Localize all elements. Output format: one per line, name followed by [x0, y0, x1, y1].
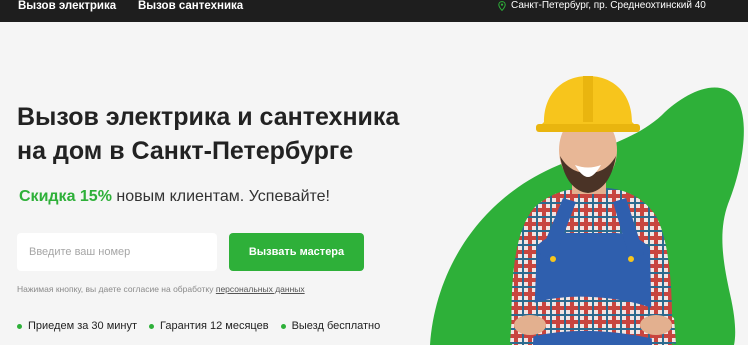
top-bar: Вызов электрика Вызов сантехника Санкт-П… — [0, 0, 748, 22]
feature-item: Приедем за 30 минут — [17, 320, 137, 332]
map-pin-icon — [498, 1, 506, 11]
promo-text: Скидка 15% новым клиентам. Успевайте! — [19, 188, 330, 206]
address-text: Санкт-Петербург, пр. Среднеохтинский 40 — [511, 0, 706, 11]
consent-note: Нажимая кнопку, вы даете согласие на обр… — [17, 284, 305, 294]
phone-input[interactable] — [17, 233, 217, 271]
bullet-dot-icon — [280, 323, 286, 329]
title-line-1: Вызов электрика и сантехника — [17, 103, 400, 131]
nav-link-plumber[interactable]: Вызов сантехника — [138, 0, 243, 12]
discount-label: Скидка 15% — [19, 188, 112, 205]
promo-rest: новым клиентам. Успевайте! — [111, 188, 330, 205]
page-title: Вызов электрика и сантехника на дом в Са… — [17, 100, 447, 168]
address: Санкт-Петербург, пр. Среднеохтинский 40 — [498, 0, 706, 12]
worker-illustration — [430, 76, 744, 345]
feature-item: Выезд бесплатно — [280, 320, 381, 332]
nav-link-electrician[interactable]: Вызов электрика — [18, 0, 116, 12]
call-master-button[interactable]: Вызвать мастера — [229, 233, 364, 271]
title-line-2: на дом в Санкт-Петербурге — [17, 137, 354, 165]
feature-label: Гарантия 12 месяцев — [160, 320, 269, 332]
feature-item: Гарантия 12 месяцев — [149, 320, 269, 332]
features-list: Приедем за 30 минут Гарантия 12 месяцев … — [17, 320, 380, 332]
feature-label: Приедем за 30 минут — [28, 320, 138, 332]
privacy-link[interactable]: персональных данных — [216, 284, 305, 294]
bullet-dot-icon — [17, 323, 22, 329]
consent-text: Нажимая кнопку, вы даете согласие на обр… — [17, 284, 216, 294]
bullet-dot-icon — [149, 323, 155, 329]
feature-label: Выезд бесплатно — [291, 320, 381, 332]
